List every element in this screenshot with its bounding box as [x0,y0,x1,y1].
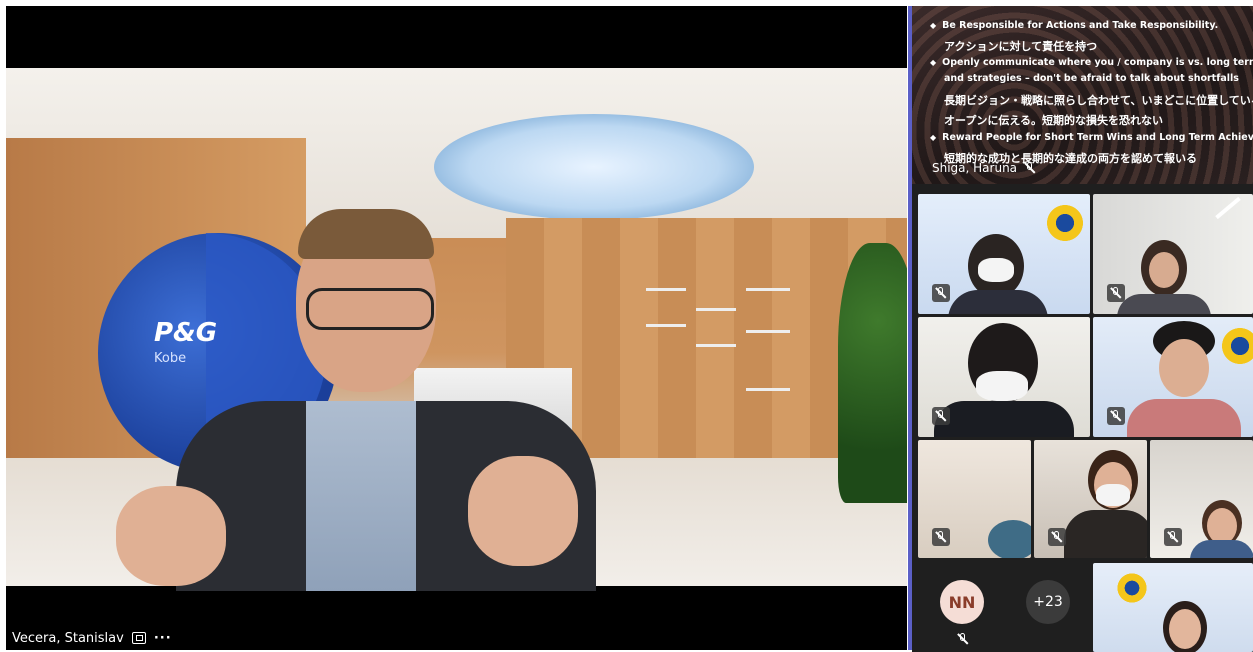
shelf [646,324,686,327]
mic-muted-icon [956,632,970,646]
shelf [696,344,736,347]
main-speaker-video[interactable]: P&G Kobe Vecera, Stanislav ··· [6,6,907,650]
participant-partial [988,520,1031,558]
speaker-shirt [306,401,416,591]
ceiling-light [434,114,754,220]
bullet-diamond-icon: ◆ [930,58,937,67]
participant-face [1207,508,1237,544]
participant-tile[interactable] [1093,563,1253,652]
participant-tile[interactable] [918,317,1090,437]
speaker-glasses [306,288,434,330]
participant-avatar[interactable]: NN [940,580,984,624]
shelf [746,330,790,333]
bullet-diamond-icon: ◆ [930,133,937,142]
bullet-diamond-icon: ◆ [930,21,937,30]
presenter-name: Shiga, Haruna [932,161,1018,175]
speaker-hand-left [116,486,226,586]
face-mask [976,371,1028,401]
slide-bullet-3: ◆ Reward People for Short Term Wins and L… [930,132,1253,143]
shelf [646,288,686,291]
sunflower-logo [1044,202,1086,244]
participant-tile[interactable] [1093,317,1253,437]
participant-tile[interactable] [1093,194,1253,314]
slide-bullet-2-jp-cont: オープンに伝える。短期的な損失を恐れない [944,114,1164,127]
pg-logo-text: P&G [154,318,218,348]
participant-body [1117,294,1211,314]
mic-muted-icon [932,528,950,546]
sunflower-logo [1219,325,1253,367]
pg-logo-subtext: Kobe [154,351,187,366]
participant-face [1169,609,1201,649]
screen-share-icon [131,632,146,644]
shared-slide-tile[interactable]: ◆ Be Responsible for Actions and Take Res… [912,6,1253,184]
face-mask [978,258,1014,282]
slide-bullet-1: ◆ Be Responsible for Actions and Take Res… [930,20,1219,31]
participant-body [948,290,1048,314]
face-mask [1096,484,1130,506]
mic-muted-icon [1107,284,1125,302]
participant-tile[interactable] [1150,440,1253,558]
participant-face [1159,339,1209,397]
presenter-label: Shiga, Haruna [932,161,1037,175]
shelf [696,308,736,311]
slide-bullet-1-jp: アクションに対して責任を持つ [944,40,1098,53]
participant-body [1064,510,1147,558]
participant-gallery: ◆ Be Responsible for Actions and Take Res… [912,6,1253,652]
mic-muted-icon [932,284,950,302]
speaker-hand-right [468,456,578,566]
more-participants-badge[interactable]: +23 [1026,580,1070,624]
speaker-name: Vecera, Stanislav [12,630,124,646]
plant [838,243,907,503]
speaker-hair [298,209,434,259]
slide-bullet-2: ◆ Openly communicate where you / company … [930,57,1253,68]
mic-muted-icon [1048,528,1066,546]
participant-body [1190,540,1253,558]
participant-tile[interactable] [1034,440,1147,558]
participant-skin [1149,252,1179,288]
participant-tile[interactable] [918,440,1031,558]
meeting-window: P&G Kobe Vecera, Stanislav ··· ◆ Be Respo… [0,0,1253,652]
speaker-name-bar: Vecera, Stanislav ··· [12,626,172,650]
mic-muted-icon [1107,407,1125,425]
participant-body [934,401,1074,437]
mic-muted-icon [1023,161,1037,175]
slide-bullet-2-jp: 長期ビジョン・戦略に照らし合わせて、いまどこに位置しているのかを [944,94,1253,107]
more-options-icon[interactable]: ··· [154,631,172,646]
shelf [746,288,790,291]
shelf [746,388,790,391]
mic-muted-icon [932,407,950,425]
ceiling-light [1215,196,1241,220]
participant-tile[interactable] [918,194,1090,314]
slide-bullet-2-cont: and strategies – don't be afraid to talk… [944,73,1239,84]
participant-body [1127,399,1241,437]
sunflower-logo [1115,571,1149,605]
mic-muted-icon [1164,528,1182,546]
